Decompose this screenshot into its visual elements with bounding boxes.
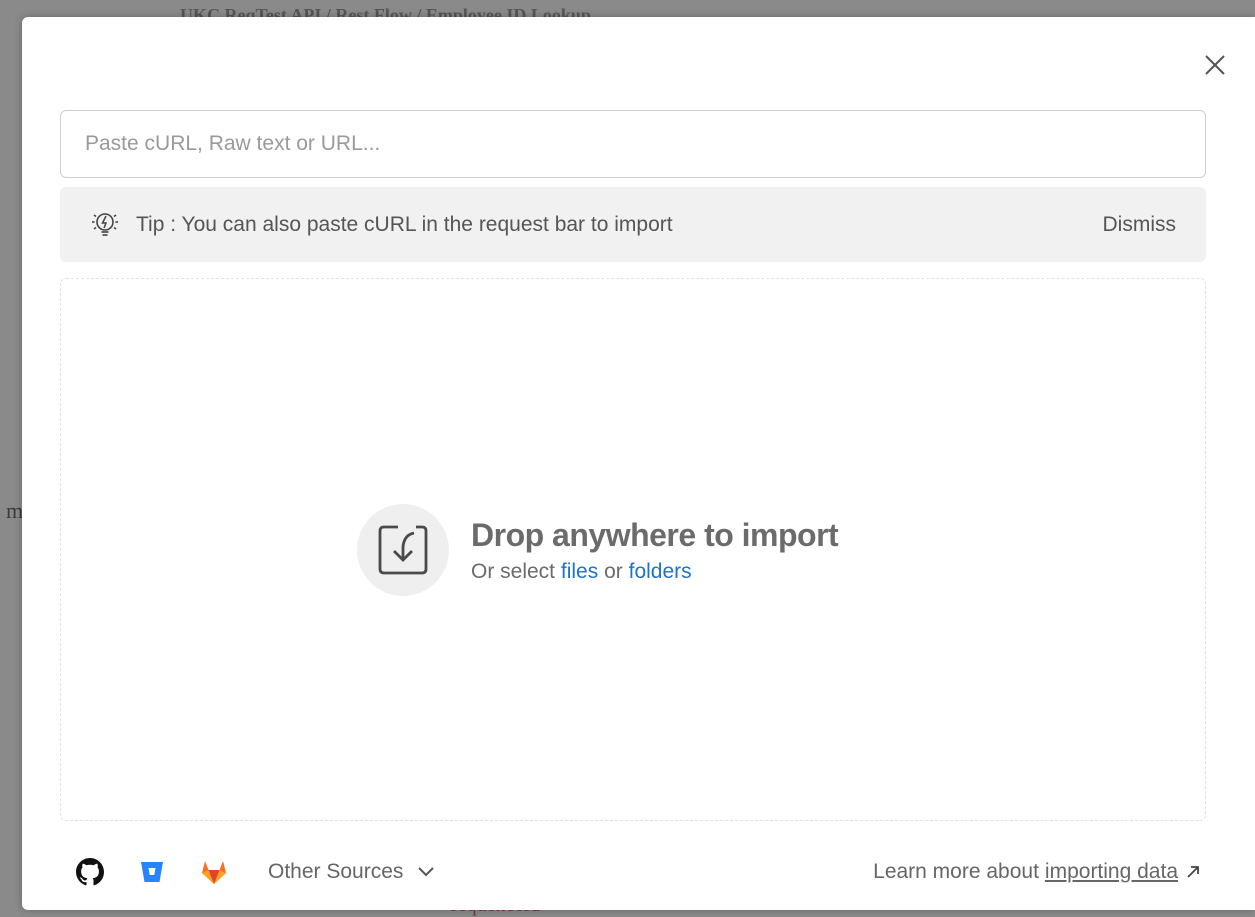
import-input[interactable] bbox=[61, 111, 1205, 177]
other-sources-dropdown[interactable]: Other Sources bbox=[268, 860, 435, 884]
import-footer: Other Sources Learn more about importing… bbox=[60, 852, 1206, 892]
learn-more-prefix: Learn more about bbox=[873, 860, 1039, 883]
chevron-down-icon bbox=[417, 866, 435, 878]
drop-title: Drop anywhere to import bbox=[471, 516, 839, 553]
drop-content: Drop anywhere to import Or select files … bbox=[357, 504, 839, 596]
select-files-link[interactable]: files bbox=[561, 560, 598, 583]
import-icon bbox=[357, 504, 449, 596]
github-icon[interactable] bbox=[74, 856, 106, 888]
drop-subtitle-prefix: Or select bbox=[471, 559, 556, 583]
background-fragment: m bbox=[6, 498, 24, 523]
tip-banner: Tip : You can also paste cURL in the req… bbox=[60, 187, 1206, 262]
learn-more: Learn more about importing data bbox=[873, 860, 1200, 884]
tip-text: Tip : You can also paste cURL in the req… bbox=[136, 212, 673, 236]
drop-subtitle-or: or bbox=[604, 559, 623, 583]
bitbucket-icon[interactable] bbox=[136, 856, 168, 888]
select-folders-link[interactable]: folders bbox=[629, 560, 692, 583]
drop-zone[interactable]: Drop anywhere to import Or select files … bbox=[60, 278, 1206, 821]
import-modal: Tip : You can also paste cURL in the req… bbox=[22, 17, 1255, 910]
dismiss-button[interactable]: Dismiss bbox=[1103, 213, 1177, 237]
external-link-icon[interactable] bbox=[1186, 865, 1200, 879]
lightbulb-icon bbox=[88, 208, 122, 242]
gitlab-icon[interactable] bbox=[198, 856, 230, 888]
other-sources-label: Other Sources bbox=[268, 860, 404, 883]
importing-data-link[interactable]: importing data bbox=[1045, 860, 1178, 884]
close-icon bbox=[1205, 55, 1225, 75]
drop-text: Drop anywhere to import Or select files … bbox=[471, 516, 839, 584]
drop-subtitle: Or select files or folders bbox=[471, 560, 838, 584]
import-input-wrapper bbox=[60, 110, 1206, 178]
close-button[interactable] bbox=[1200, 50, 1230, 80]
